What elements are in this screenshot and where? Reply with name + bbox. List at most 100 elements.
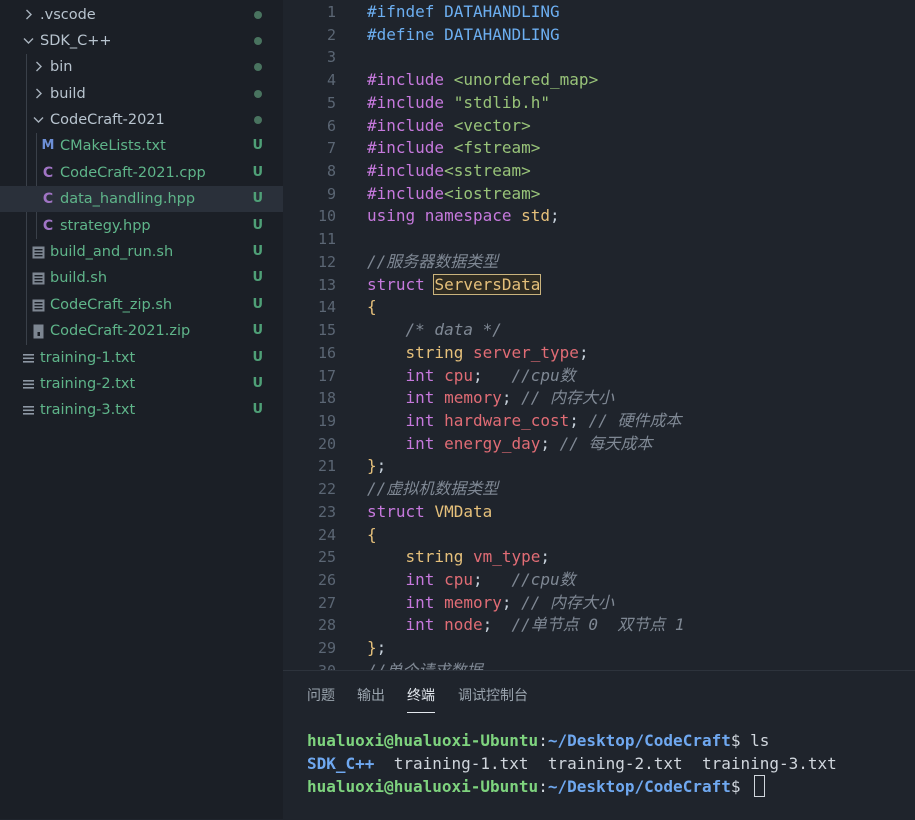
tree-file-zip-sh[interactable]: CodeCraft_zip.sh U bbox=[0, 292, 283, 318]
terminal-prompt-line: hualuoxi@hualuoxi-Ubuntu:~/Desktop/CodeC… bbox=[307, 731, 770, 750]
tree-item-label: build.sh bbox=[50, 270, 108, 286]
code-token: int bbox=[405, 433, 445, 453]
tree-item-label: CodeCraft-2021.zip bbox=[50, 323, 191, 339]
tree-folder-build[interactable]: build bbox=[0, 81, 283, 107]
code-token: // 每天成本 bbox=[559, 433, 653, 453]
tab-problems[interactable]: 问题 bbox=[307, 685, 335, 707]
code-text: string vm_type; bbox=[367, 546, 551, 569]
tree-file-training-3[interactable]: training-3.txt U bbox=[0, 397, 283, 423]
tree-folder-codecraft[interactable]: CodeCraft-2021 bbox=[0, 107, 283, 133]
code-line: 17 int cpu; //cpu数 bbox=[283, 365, 915, 388]
tree-item-label: CodeCraft-2021 bbox=[50, 112, 165, 128]
code-text: struct VMData bbox=[367, 501, 492, 524]
code-text: }; bbox=[367, 455, 386, 478]
line-number: 16 bbox=[317, 343, 336, 362]
code-token: int bbox=[405, 615, 445, 635]
code-token: vm_type bbox=[472, 547, 541, 567]
code-token: ; bbox=[482, 615, 512, 635]
code-token: #include bbox=[367, 183, 445, 203]
tree-file-data-handling[interactable]: Cdata_handling.hpp U bbox=[0, 186, 283, 212]
code-text: #define DATAHANDLING bbox=[367, 24, 560, 47]
code-token: cpu bbox=[444, 365, 473, 385]
tree-item-label: strategy.hpp bbox=[60, 218, 151, 234]
chevron-down-icon bbox=[32, 107, 46, 133]
code-token: //cpu数 bbox=[511, 365, 576, 385]
git-status-dot bbox=[254, 37, 262, 45]
tree-item-label: SDK_C++ bbox=[40, 33, 112, 49]
code-line: 25 string vm_type; bbox=[283, 546, 915, 569]
code-token: <iostream> bbox=[444, 183, 541, 203]
line-number: 26 bbox=[317, 571, 336, 589]
code-text: { bbox=[367, 524, 377, 547]
line-number: 19 bbox=[317, 411, 336, 430]
code-token: cpu bbox=[444, 570, 473, 589]
tree-file-training-2[interactable]: training-2.txt U bbox=[0, 371, 283, 397]
code-token: //单节点 0 双节点 1 bbox=[511, 615, 685, 635]
code-token: // 内存大小 bbox=[521, 592, 615, 612]
tab-debug-console[interactable]: 调试控制台 bbox=[458, 685, 528, 707]
code-token: //虚拟机数据类型 bbox=[367, 479, 499, 499]
tree-folder-vscode[interactable]: .vscode bbox=[0, 2, 283, 28]
code-line: 1 #ifndef DATAHANDLING bbox=[283, 1, 915, 24]
tree-file-codecraft-cpp[interactable]: C CodeCraft-2021.cpp U bbox=[0, 160, 283, 186]
code-token: } bbox=[367, 638, 377, 658]
line-number: 14 bbox=[317, 298, 336, 317]
terminal-output-files: training-1.txt training-2.txt training-3… bbox=[374, 754, 837, 773]
code-token: "stdlib.h" bbox=[453, 92, 551, 112]
tree-file-training-1[interactable]: training-1.txt U bbox=[0, 345, 283, 371]
code-text: int node; //单节点 0 双节点 1 bbox=[367, 614, 685, 637]
code-token: #define DATAHANDLING bbox=[367, 24, 560, 44]
tree-file-build-sh[interactable]: build.sh U bbox=[0, 265, 283, 291]
git-status-dot bbox=[254, 11, 262, 19]
code-line: 7 #include <fstream> bbox=[283, 137, 915, 160]
tree-folder-bin[interactable]: bin bbox=[0, 54, 283, 80]
tab-output[interactable]: 输出 bbox=[357, 685, 385, 707]
terminal-command: ls bbox=[750, 731, 770, 750]
code-token: #include bbox=[367, 138, 454, 158]
chevron-right-icon bbox=[32, 81, 46, 107]
code-token: #include bbox=[367, 70, 454, 90]
code-editor[interactable]: 1 #ifndef DATAHANDLING 2 #define DATAHANDLI… bbox=[283, 0, 915, 670]
tab-terminal[interactable]: 终端 bbox=[407, 685, 435, 713]
line-number: 12 bbox=[317, 252, 336, 271]
code-text: #ifndef DATAHANDLING bbox=[367, 1, 560, 24]
code-token: string bbox=[405, 547, 473, 567]
code-text: int energy_day; // 每天成本 bbox=[367, 433, 653, 456]
code-token: hardware_cost bbox=[444, 410, 570, 430]
git-status-dot bbox=[254, 116, 262, 124]
code-token: memory bbox=[444, 388, 502, 408]
code-line: 18 int memory; // 内存大小 bbox=[283, 387, 915, 410]
line-number: 1 bbox=[326, 3, 336, 21]
code-line: 20 int energy_day; // 每天成本 bbox=[283, 433, 915, 456]
cpp-file-icon: C bbox=[42, 218, 54, 234]
shell-file-icon bbox=[30, 239, 46, 265]
git-untracked-badge: U bbox=[252, 270, 263, 285]
code-text: #include<sstream> bbox=[367, 160, 531, 183]
code-line: 4 #include <unordered_map> bbox=[283, 69, 915, 92]
line-number: 3 bbox=[326, 48, 336, 67]
shell-file-icon bbox=[30, 265, 46, 291]
tree-file-cmakelists[interactable]: M CMakeLists.txt U bbox=[0, 133, 283, 159]
line-number: 21 bbox=[317, 457, 336, 476]
line-number: 6 bbox=[326, 116, 336, 135]
code-token: { bbox=[367, 524, 377, 544]
code-token: server_type bbox=[472, 342, 579, 362]
terminal-output-line: SDK_C++ training-1.txt training-2.txt tr… bbox=[307, 752, 837, 775]
tree-item-label: build_and_run.sh bbox=[50, 244, 174, 260]
code-token: using namespace bbox=[367, 206, 522, 226]
tree-folder-sdk[interactable]: SDK_C++ bbox=[0, 28, 283, 54]
code-token: memory bbox=[444, 592, 502, 612]
tree-file-build-and-run[interactable]: build_and_run.sh U bbox=[0, 239, 283, 265]
code-token: //单个请求数据 bbox=[367, 661, 482, 670]
tree-file-strategy[interactable]: Cstrategy.hpp U bbox=[0, 213, 283, 239]
code-line: 14 { bbox=[283, 296, 915, 319]
code-token: node bbox=[444, 615, 483, 635]
code-token: } bbox=[367, 456, 377, 476]
terminal-input-line[interactable]: hualuoxi@hualuoxi-Ubuntu:~/Desktop/CodeC… bbox=[307, 775, 766, 798]
code-text: int cpu; //cpu数 bbox=[367, 569, 576, 592]
code-text: /* data */ bbox=[367, 319, 502, 342]
git-untracked-badge: U bbox=[252, 218, 263, 233]
tree-file-zip[interactable]: CodeCraft-2021.zip U bbox=[0, 318, 283, 344]
cpp-file-icon: C bbox=[42, 191, 54, 207]
